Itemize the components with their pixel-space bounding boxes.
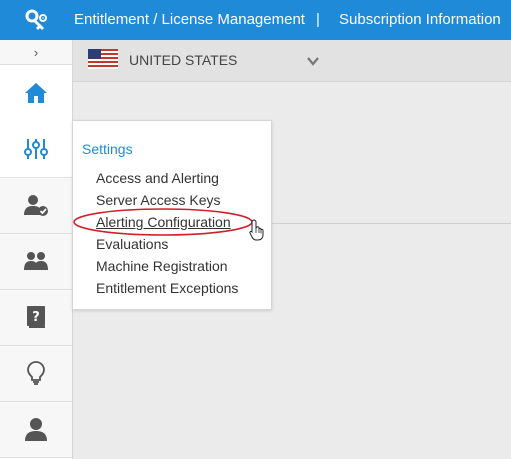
menu-item-entitlement-exceptions[interactable]: Entitlement Exceptions: [96, 280, 238, 296]
country-selector[interactable]: UNITED STATES: [73, 40, 511, 82]
sidebar-item-help[interactable]: ?: [0, 289, 72, 346]
sidebar-item-profile[interactable]: [0, 401, 72, 458]
svg-text:?: ?: [32, 310, 40, 325]
chevron-right-icon: ›: [33, 44, 39, 60]
left-sidebar: › ?: [0, 40, 73, 459]
home-icon: [24, 82, 48, 104]
sidebar-item-ideas[interactable]: [0, 345, 72, 402]
settings-sliders-icon: [24, 137, 48, 161]
sidebar-collapse-toggle[interactable]: ›: [0, 40, 72, 65]
subscription-info-link[interactable]: Subscription Information: [339, 11, 501, 28]
settings-menu-title: Settings: [82, 141, 133, 157]
key-gear-icon[interactable]: [0, 0, 72, 40]
sidebar-item-user-check[interactable]: [0, 177, 72, 234]
menu-item-machine-registration[interactable]: Machine Registration: [96, 258, 228, 274]
user-check-icon: [23, 193, 49, 217]
user-icon: [24, 417, 48, 441]
sidebar-item-home[interactable]: [0, 65, 72, 122]
country-label: UNITED STATES: [129, 52, 238, 68]
sidebar-item-settings[interactable]: [0, 121, 72, 178]
us-flag-icon: [88, 49, 118, 69]
lightbulb-icon: [27, 361, 45, 385]
top-header-bar: Entitlement / License Management | Subsc…: [0, 0, 511, 40]
chevron-down-icon[interactable]: [307, 53, 319, 71]
header-separator: |: [316, 11, 320, 28]
users-icon: [23, 250, 49, 272]
help-book-icon: ?: [26, 305, 46, 329]
content-divider: [270, 223, 511, 224]
app-title-link[interactable]: Entitlement / License Management: [74, 11, 305, 28]
hand-pointer-icon: [249, 219, 267, 246]
sidebar-item-users[interactable]: [0, 233, 72, 290]
highlight-annotation-oval: [70, 205, 256, 239]
menu-item-access-alerting[interactable]: Access and Alerting: [96, 170, 219, 186]
